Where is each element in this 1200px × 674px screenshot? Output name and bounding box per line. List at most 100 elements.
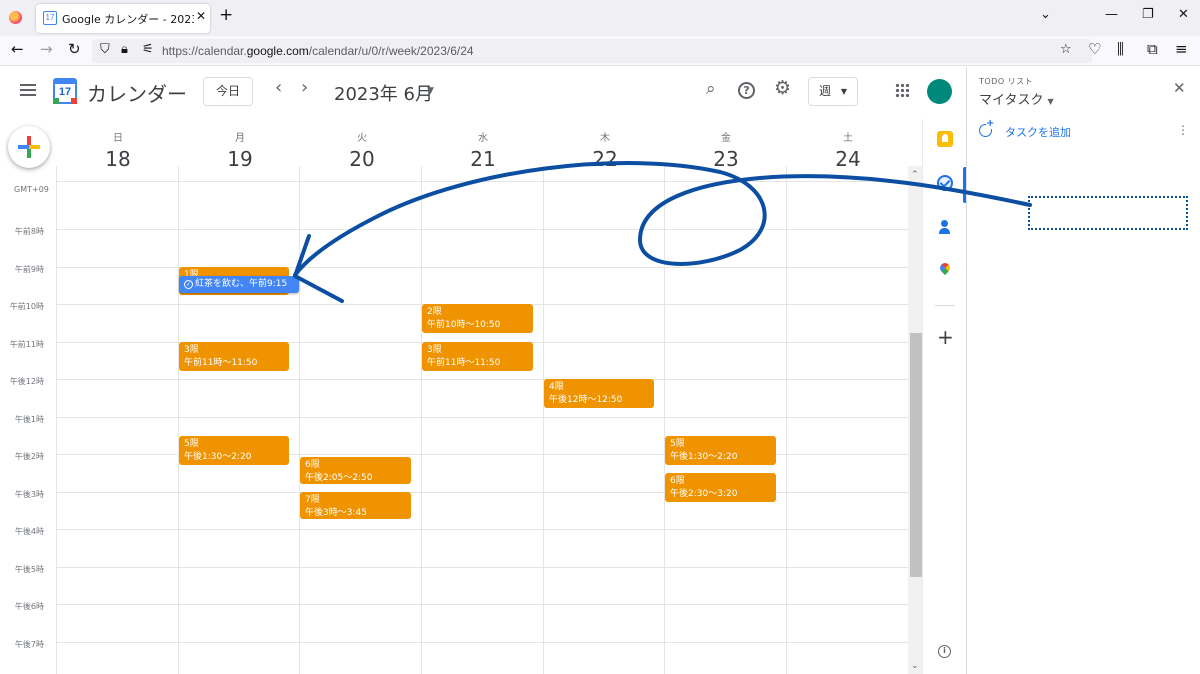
browser-tab-calendar[interactable]: 17 Google カレンダー - 2023年 6月 1 ✕ <box>36 4 210 33</box>
month-dropdown-icon[interactable]: ▼ <box>427 86 434 96</box>
library-icon[interactable]: ⫼ <box>1117 42 1124 57</box>
day-header-fri[interactable]: 金 23 <box>665 129 787 171</box>
event-5gen-mon[interactable]: 5限 午後1:30～2:20 <box>179 436 289 465</box>
shield-icon[interactable]: ⛉ <box>100 43 110 56</box>
day-header-thu[interactable]: 木 22 <box>544 129 666 171</box>
event-5gen-fri[interactable]: 5限 午後1:30～2:20 <box>665 436 776 465</box>
task-list-selector[interactable]: マイタスク ▼ <box>979 89 1054 108</box>
view-switcher-button[interactable]: 週 ▼ <box>808 77 858 106</box>
day-of-week: 土 <box>843 133 853 144</box>
url-bar[interactable]: ⛉ 🔒︎ ⚟ https://calendar.google.com/calen… <box>92 39 1092 63</box>
restore-icon[interactable]: ❐ <box>1142 8 1154 21</box>
event-time: 午後3時～3:45 <box>305 508 367 518</box>
scroll-up-icon[interactable]: ⌃ <box>911 170 919 180</box>
minimize-icon[interactable]: — <box>1105 8 1118 21</box>
calendar-header: 17 カレンダー 今日 ‹ › 2023年 6月 ▼ ⌕ ? ⚙ 週 ▼ <box>0 67 965 119</box>
create-plus-bar <box>18 145 40 149</box>
day-of-week: 日 <box>113 133 123 144</box>
day-header-sat[interactable]: 土 24 <box>787 129 909 171</box>
close-tab-icon[interactable]: ✕ <box>196 9 206 23</box>
day-number[interactable]: 19 <box>179 147 301 171</box>
tasks-icon[interactable] <box>937 175 953 191</box>
more-options-icon[interactable]: ⋮ <box>1177 124 1189 136</box>
event-time: 午前11時～11:50 <box>427 358 501 368</box>
side-panel-rail: + i <box>922 119 966 674</box>
url-text[interactable]: https://calendar.google.com/calendar/u/0… <box>162 44 474 58</box>
task-list-name: マイタスク <box>979 93 1044 108</box>
keep-icon[interactable] <box>937 131 953 147</box>
url-prefix: https://calendar. <box>162 44 247 58</box>
today-button[interactable]: 今日 <box>203 77 253 106</box>
day-of-week: 水 <box>478 133 488 144</box>
extensions-icon[interactable]: ⧉ <box>1147 42 1158 57</box>
get-addons-plus-icon[interactable]: + <box>937 327 954 347</box>
back-icon[interactable]: ← <box>11 42 24 57</box>
day-number[interactable]: 18 <box>57 147 179 171</box>
bookmark-star-icon[interactable]: ☆ <box>1060 43 1072 56</box>
add-task-button[interactable]: タスクを追加 <box>1005 124 1071 140</box>
day-number[interactable]: 24 <box>787 147 909 171</box>
task-chip-label: 紅茶を飲む、午前9:15 <box>195 279 288 289</box>
lock-icon[interactable]: 🔒︎ <box>121 43 128 56</box>
maps-icon[interactable] <box>937 263 953 279</box>
google-apps-icon[interactable] <box>895 83 909 97</box>
task-check-icon: ✓ <box>184 280 193 289</box>
day-number[interactable]: 20 <box>301 147 423 171</box>
help-icon[interactable]: ? <box>738 82 755 99</box>
event-title: 7限 <box>305 495 320 505</box>
hour-line <box>56 492 908 493</box>
day-header-tue[interactable]: 火 20 <box>301 129 423 171</box>
info-icon[interactable]: i <box>938 645 951 658</box>
previous-week-icon[interactable]: ‹ <box>275 79 282 97</box>
event-title: 3限 <box>427 345 442 355</box>
hour-label: 午後4時 <box>14 527 44 536</box>
event-title: 5限 <box>184 439 199 449</box>
event-7gen-tue[interactable]: 7限午後3時～3:45 <box>300 492 411 519</box>
event-4gen-thu[interactable]: 4限 午後12時～12:50 <box>544 379 654 408</box>
calendar-logo-icon: 17 <box>53 78 77 104</box>
event-2gen-wed[interactable]: 2限 午前10時～10:50 <box>422 304 533 333</box>
view-dropdown-icon: ▼ <box>840 87 847 96</box>
pocket-icon[interactable]: ♡ <box>1088 42 1101 57</box>
forward-icon[interactable]: → <box>40 42 53 57</box>
close-window-icon[interactable]: ✕ <box>1178 8 1189 21</box>
app-title: カレンダー <box>87 82 187 106</box>
day-of-week: 火 <box>357 133 367 144</box>
hour-line <box>56 229 908 230</box>
day-of-week: 金 <box>721 133 731 144</box>
day-number[interactable]: 21 <box>422 147 544 171</box>
firefox-icon <box>9 11 22 24</box>
month-title[interactable]: 2023年 6月 <box>334 80 433 106</box>
create-button[interactable] <box>8 126 50 168</box>
day-number[interactable]: 22 <box>544 147 666 171</box>
day-divider <box>56 166 57 674</box>
new-tab-icon[interactable]: + <box>219 7 233 24</box>
permissions-icon[interactable]: ⚟ <box>142 43 154 56</box>
list-all-tabs-icon[interactable]: ⌄ <box>1040 8 1051 21</box>
day-divider <box>664 166 665 674</box>
contacts-icon[interactable] <box>937 219 953 235</box>
task-chip[interactable]: ✓ 紅茶を飲む、午前9:15 <box>179 276 299 293</box>
day-header-mon[interactable]: 月 19 <box>179 129 301 171</box>
main-menu-icon[interactable] <box>20 84 36 96</box>
close-panel-icon[interactable]: ✕ <box>1173 81 1186 96</box>
add-task-icon[interactable] <box>979 119 995 137</box>
search-icon[interactable]: ⌕ <box>706 81 716 98</box>
reload-icon[interactable]: ↻ <box>68 42 81 57</box>
event-3gen-wed[interactable]: 3限午前11時～11:50 <box>422 342 533 371</box>
browser-nav-bar: ← → ↻ ⛉ 🔒︎ ⚟ https://calendar.google.com… <box>0 36 1200 66</box>
account-avatar[interactable] <box>927 79 952 104</box>
day-number[interactable]: 23 <box>665 147 787 171</box>
event-3gen-mon[interactable]: 3限 午前11時～11:50 <box>179 342 289 371</box>
event-6gen-fri[interactable]: 6限 午後2:30～3:20 <box>665 473 776 502</box>
day-header-wed[interactable]: 水 21 <box>422 129 544 171</box>
next-week-icon[interactable]: › <box>301 79 308 97</box>
settings-gear-icon[interactable]: ⚙ <box>774 79 791 98</box>
menu-icon[interactable]: ≡ <box>1175 42 1188 57</box>
day-header-sun[interactable]: 日 18 <box>57 129 179 171</box>
scroll-thumb[interactable] <box>910 333 922 577</box>
scroll-down-icon[interactable]: ⌄ <box>911 661 919 671</box>
event-6gen-tue[interactable]: 6限 午後2:05～2:50 <box>300 457 411 484</box>
grid-scrollbar[interactable]: ⌃ ⌄ <box>908 166 922 674</box>
day-divider <box>421 166 422 674</box>
